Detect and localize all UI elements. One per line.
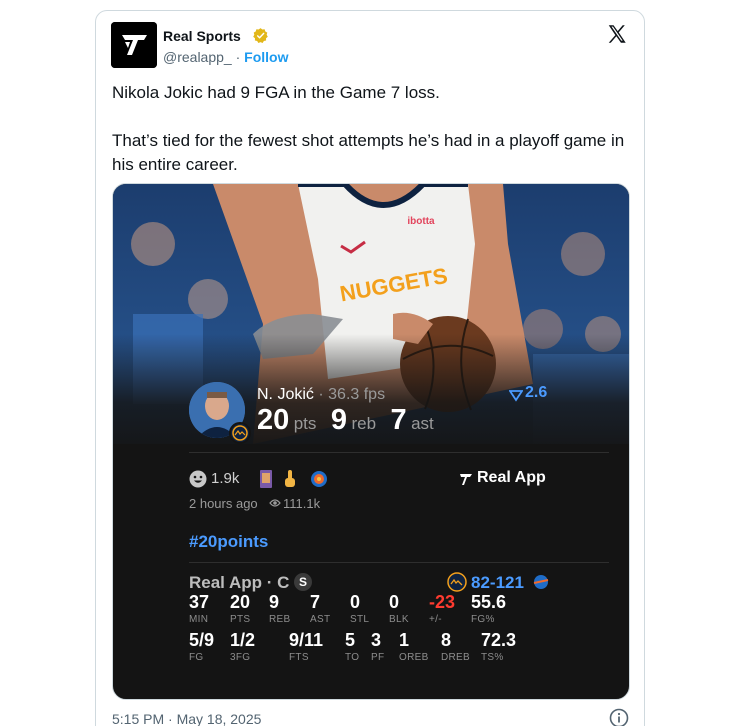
headline-pts-label: pts (293, 414, 317, 433)
box-stat-value-: -23 (429, 592, 456, 612)
box-stat-value-3fg: 1/2 (230, 630, 256, 650)
box-stat-label-ts: TS% (481, 652, 504, 663)
game-score: 82-121 (471, 573, 524, 592)
player-line: N. Jokić · 36.3 fps (257, 386, 385, 404)
box-stat-label-: +/- (429, 614, 442, 625)
box-stat-label-min: MIN (189, 614, 209, 625)
hand-emoji-icon (285, 470, 295, 487)
tweet-paragraph-1: Nikola Jokic had 9 FGA in the Game 7 los… (112, 83, 440, 102)
trend-arrow-icon (509, 390, 523, 402)
reaction-count: 1.9k (211, 470, 240, 487)
game-source: Real App · C (189, 573, 290, 592)
real-app-logo-icon (460, 474, 472, 485)
tweet-timestamp[interactable]: 5:15 PM · May 18, 2025 (112, 711, 261, 726)
box-stat-value-min: 37 (189, 592, 210, 612)
tweet-media-image[interactable]: NUGGETS ibotta N. Jokić · 36.3 fps 2.6 2… (112, 183, 630, 700)
box-stat-value-fg: 5/9 (189, 630, 215, 650)
box-stat-label-fts: FTS (289, 652, 309, 663)
box-stat-value-fts: 9/11 (289, 630, 324, 650)
hashtag-link[interactable]: #20points (189, 532, 268, 552)
box-stat-value-reb: 9 (269, 592, 280, 612)
box-stat-label-pts: PTS (230, 614, 251, 625)
box-stat-value-ts: 72.3 (481, 630, 517, 650)
box-stat-label-pf: PF (371, 652, 385, 663)
x-logo-icon[interactable] (606, 23, 628, 45)
score-change: 2.6 (525, 384, 548, 401)
player-name[interactable]: N. Jokić (257, 386, 314, 403)
view-count: 111.1k (283, 496, 321, 511)
tweet-card: Real Sports @realapp_ · Follow Nikola Jo… (95, 10, 645, 726)
box-stat-label-3fg: 3FG (230, 652, 251, 663)
box-stat-label-fg: FG% (471, 614, 495, 625)
author-name[interactable]: Real Sports (163, 28, 241, 44)
sticker-icon (260, 470, 272, 488)
box-stat-label-reb: REB (269, 614, 291, 625)
posted-time: 2 hours ago (189, 496, 258, 511)
game-badge: S (294, 573, 312, 591)
box-stat-value-dreb: 8 (441, 630, 452, 650)
box-stat-value-pf: 3 (371, 630, 382, 650)
headline-reb-value: 9 (330, 404, 347, 436)
media-divider (189, 452, 609, 453)
follow-button[interactable]: Follow (244, 49, 288, 65)
box-stat-value-oreb: 1 (399, 630, 410, 650)
box-stat-label-oreb: OREB (399, 652, 429, 663)
nuggets-logo-icon (229, 422, 251, 444)
box-stat-label-fg: FG (189, 652, 204, 663)
headline-ast-label: ast (411, 414, 434, 433)
tweet-text: Nikola Jokic had 9 FGA in the Game 7 los… (112, 81, 632, 177)
verified-badge-icon (253, 28, 268, 44)
real-app-brand[interactable]: Real App (477, 469, 546, 487)
real-sports-logo-icon (111, 22, 157, 68)
eye-icon (269, 499, 281, 507)
media-divider-2 (189, 562, 609, 563)
thunder-team-icon (311, 471, 327, 487)
tweet-paragraph-2: That’s tied for the fewest shot attempts… (112, 131, 625, 174)
box-stat-value-blk: 0 (389, 592, 400, 612)
info-icon[interactable] (609, 708, 629, 726)
box-stat-value-ast: 7 (310, 592, 321, 612)
box-stat-value-stl: 0 (350, 592, 361, 612)
author-avatar[interactable] (111, 22, 157, 68)
box-stat-label-stl: STL (350, 614, 370, 625)
box-stat-label-dreb: DREB (441, 652, 470, 663)
player-line-sep: · (318, 386, 324, 403)
player-fps: 36.3 fps (328, 386, 386, 403)
sponsor-patch: ibotta (407, 216, 435, 227)
headline-ast-value: 7 (390, 404, 407, 436)
box-stat-label-blk: BLK (389, 614, 409, 625)
headline-reb-label: reb (351, 414, 377, 433)
box-stat-label-ast: AST (310, 614, 331, 625)
author-handle-row: @realapp_ · Follow (163, 49, 288, 65)
box-stat-label-to: TO (345, 652, 360, 663)
headline-pts-value: 20 (257, 404, 290, 436)
smile-reaction-icon[interactable] (189, 470, 207, 488)
box-stat-value-pts: 20 (230, 592, 251, 612)
nuggets-score-logo-icon (447, 572, 467, 592)
thunder-logo-icon (533, 575, 549, 589)
box-stat-value-fg: 55.6 (471, 592, 507, 612)
headline-stats: 20 pts 9 reb 7 ast (257, 404, 434, 437)
author-handle[interactable]: @realapp_ (163, 49, 232, 65)
box-stat-value-to: 5 (345, 630, 356, 650)
handle-separator: · (235, 49, 241, 65)
